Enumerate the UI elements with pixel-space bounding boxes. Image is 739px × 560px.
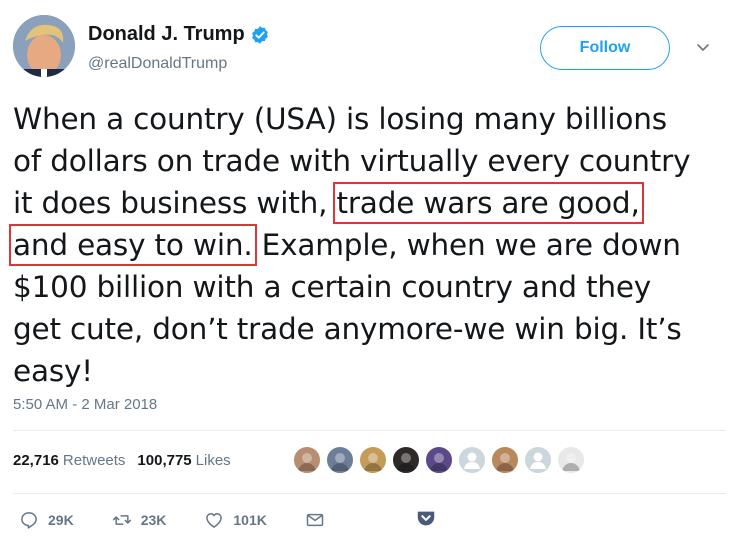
highlighted-phrase: and easy to win. [9,224,257,266]
liker-avatar[interactable] [457,445,487,475]
liker-avatar[interactable] [292,445,322,475]
retweet-count: 23K [140,512,167,528]
direct-message-button[interactable] [305,510,325,530]
name-row: Donald J. Trump [88,23,270,46]
retweet-icon [112,515,131,525]
tweet-text-segment: of dollars on trade with virtually every… [13,144,691,178]
tweet-actions: 29K 23K 101K [19,508,363,532]
follow-button[interactable]: Follow [540,26,670,70]
retweets-label[interactable]: Retweets [63,452,126,469]
tweet-text-segment: $100 billion with a certain country and … [13,270,652,304]
tweet-text-segment: get cute, don’t trade anymore-we win big… [13,312,682,346]
envelope-icon [306,513,324,527]
liker-avatar[interactable] [424,445,454,475]
heart-icon [206,513,223,528]
tweet-text-line: get cute, don’t trade anymore-we win big… [13,308,728,350]
liker-avatar[interactable] [490,445,520,475]
tweet-text-segment: When a country (USA) is losing many bill… [13,102,667,136]
liker-avatar[interactable] [556,445,586,475]
liker-avatar[interactable] [358,445,388,475]
tweet-text-segment: it does business with, [13,186,337,220]
liker-avatar[interactable] [391,445,421,475]
tweet-text-line: When a country (USA) is losing many bill… [13,98,728,140]
divider [13,430,726,431]
likes-label[interactable]: Likes [196,452,231,469]
like-count: 101K [233,512,267,528]
tweet-text-line: it does business with, trade wars are go… [13,182,728,224]
retweets-count[interactable]: 22,716 [13,452,59,469]
divider [13,493,726,494]
tweet-text-line: and easy to win. Example, when we are do… [9,224,728,266]
chevron-down-icon[interactable] [695,39,711,55]
highlighted-phrase: trade wars are good, [332,182,644,224]
tweet-text-line: of dollars on trade with virtually every… [13,140,728,182]
tweet-timestamp[interactable]: 5:50 AM - 2 Mar 2018 [13,396,157,413]
reply-button[interactable]: 29K [19,510,74,530]
profile-avatar[interactable] [13,15,75,77]
tweet-header: Donald J. Trump @realDonaldTrump Follow [13,15,726,81]
pocket-save-icon[interactable] [415,508,437,530]
tweet-text-line: $100 billion with a certain country and … [13,266,728,308]
tweet-stats: 22,716 Retweets 100,775 Likes [13,452,243,469]
reply-icon [21,512,37,529]
user-handle[interactable]: @realDonaldTrump [88,55,227,73]
liker-avatar[interactable] [325,445,355,475]
tweet-text-segment: Example, when we are down [252,228,681,262]
liker-avatars [292,445,589,475]
display-name[interactable]: Donald J. Trump [88,23,245,46]
tweet-text-line: easy! [13,350,728,392]
like-button[interactable]: 101K [204,510,267,530]
liker-avatar[interactable] [523,445,553,475]
reply-count: 29K [48,512,74,528]
likes-count[interactable]: 100,775 [137,452,191,469]
retweet-button[interactable]: 23K [112,510,167,530]
tweet-text-segment: easy! [13,354,93,388]
verified-badge-icon [251,25,268,44]
tweet-text: When a country (USA) is losing many bill… [9,98,728,392]
